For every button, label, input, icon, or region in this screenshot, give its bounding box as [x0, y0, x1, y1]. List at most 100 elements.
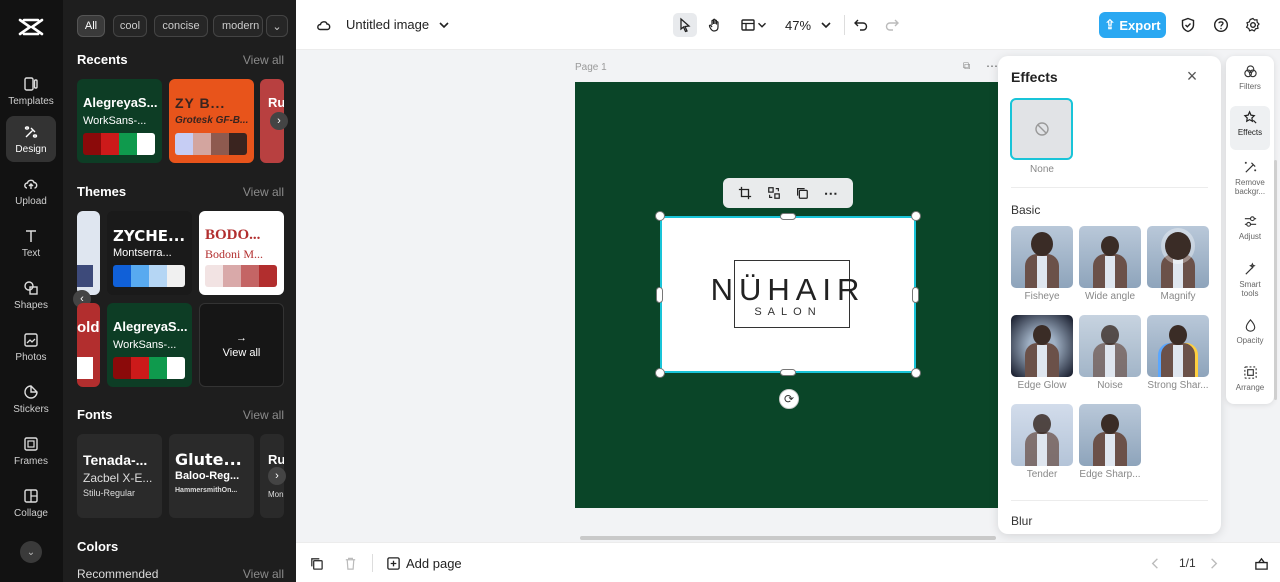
zoom-chevron-down-icon[interactable]: [814, 13, 838, 37]
rail-item-remove-background[interactable]: Remove backgr...: [1230, 156, 1270, 204]
theme-card[interactable]: AlegreyaS... WorkSans-...: [107, 303, 192, 387]
resize-handle-bottom[interactable]: [780, 369, 796, 376]
resize-handle-top-left[interactable]: [655, 211, 665, 221]
themes-view-all-link[interactable]: View all: [243, 185, 284, 199]
rail-item-arrange[interactable]: Arrange: [1230, 361, 1270, 405]
duplicate-icon[interactable]: [794, 185, 810, 201]
fonts-view-all-link[interactable]: View all: [243, 408, 284, 422]
card-title: old: [77, 319, 100, 336]
layout-chevron-down-icon[interactable]: [755, 13, 769, 37]
font-card[interactable]: Glute... Baloo-Reg... HammersmithOn...: [169, 434, 254, 518]
recent-card[interactable]: ZY B... Grotesk GF-B...: [169, 79, 254, 163]
rail-label: Smart tools: [1239, 280, 1261, 298]
recent-card[interactable]: AlegreyaS... WorkSans-...: [77, 79, 162, 163]
effect-thumb-fisheye[interactable]: [1011, 226, 1073, 288]
select-tool-pointer-icon[interactable]: [673, 13, 697, 37]
nav-item-design[interactable]: Design: [6, 116, 56, 162]
nav-label: Stickers: [13, 403, 49, 415]
title-chevron-down-icon[interactable]: [432, 13, 456, 37]
filter-chip-all[interactable]: All: [77, 15, 105, 37]
effect-none-option[interactable]: [1010, 98, 1073, 160]
rail-item-effects[interactable]: Effects: [1230, 106, 1270, 150]
next-page-chevron-right-icon[interactable]: [1204, 554, 1222, 572]
horizontal-scrollbar[interactable]: [580, 536, 996, 540]
pages-panel-icon[interactable]: [1252, 554, 1270, 572]
nav-item-collage[interactable]: Collage: [6, 480, 56, 526]
duplicate-page-icon[interactable]: [307, 554, 325, 572]
filter-chip-concise[interactable]: concise: [154, 15, 208, 37]
crop-icon[interactable]: [737, 185, 753, 201]
resize-handle-top[interactable]: [780, 213, 796, 220]
rail-item-opacity[interactable]: Opacity: [1230, 314, 1270, 358]
rail-label: Adjust: [1238, 232, 1262, 241]
capcut-logo-icon[interactable]: [18, 16, 44, 38]
cloud-save-icon[interactable]: [312, 13, 336, 37]
resize-handle-right[interactable]: [912, 287, 919, 303]
nav-item-templates[interactable]: Templates: [6, 68, 56, 114]
undo-icon[interactable]: [849, 13, 873, 37]
help-icon[interactable]: [1209, 13, 1233, 37]
nav-item-frames[interactable]: Frames: [6, 428, 56, 474]
effect-thumb-tender[interactable]: [1011, 404, 1073, 466]
theme-card[interactable]: ZYCHE... Montserra...: [107, 211, 192, 295]
rail-item-smart-tools[interactable]: Smart tools: [1230, 258, 1270, 306]
effect-thumb-noise[interactable]: [1079, 315, 1141, 377]
nav-item-shapes[interactable]: Shapes: [6, 272, 56, 318]
hand-tool-icon[interactable]: [703, 13, 727, 37]
nav-item-upload[interactable]: Upload: [6, 168, 56, 214]
shield-icon[interactable]: [1176, 13, 1200, 37]
export-button[interactable]: ⇪ Export: [1099, 12, 1166, 38]
vertical-scrollbar[interactable]: [1274, 160, 1277, 400]
view-all-card-label: View all: [222, 347, 261, 359]
add-page-icon: [387, 556, 400, 570]
close-icon[interactable]: ×: [1184, 67, 1200, 85]
account-menu-icon[interactable]: ⌄: [20, 541, 42, 563]
card-title: ZYCHE...: [113, 227, 186, 245]
add-page-button[interactable]: Add page: [386, 552, 462, 574]
colors-title: Colors: [77, 539, 119, 554]
photos-icon: [24, 332, 38, 347]
rail-item-adjust[interactable]: Adjust: [1230, 210, 1270, 254]
recents-view-all-link[interactable]: View all: [243, 53, 284, 67]
nav-item-stickers[interactable]: Stickers: [6, 376, 56, 422]
filter-chip-cool[interactable]: cool: [113, 15, 147, 37]
resize-handle-top-right[interactable]: [911, 211, 921, 221]
effect-thumb-magnify[interactable]: [1147, 226, 1209, 288]
selected-logo-image[interactable]: NÜHAIR SALON: [660, 216, 916, 373]
rail-item-filters[interactable]: Filters: [1230, 60, 1270, 104]
duplicate-page-icon[interactable]: ⧉: [963, 61, 975, 73]
recents-next-chevron-right-icon[interactable]: ›: [270, 112, 288, 130]
nav-item-photos[interactable]: Photos: [6, 324, 56, 370]
replace-icon[interactable]: [766, 185, 782, 201]
delete-page-trash-icon[interactable]: [341, 554, 359, 572]
fonts-next-chevron-right-icon[interactable]: ›: [268, 467, 286, 485]
resize-handle-bottom-left[interactable]: [655, 368, 665, 378]
theme-card[interactable]: BODO... Bodoni M...: [199, 211, 284, 295]
chips-expand-chevron-down-icon[interactable]: ⌄: [266, 15, 288, 37]
divider: [372, 554, 373, 572]
effect-thumb-strong-sharpen[interactable]: [1147, 315, 1209, 377]
document-title[interactable]: Untitled image: [346, 17, 429, 32]
effect-thumb-edge-glow[interactable]: [1011, 315, 1073, 377]
settings-gear-icon[interactable]: [1241, 13, 1265, 37]
card-title: AlegreyaS...: [83, 95, 158, 110]
nav-item-text[interactable]: Text: [6, 220, 56, 266]
resize-handle-left[interactable]: [656, 287, 663, 303]
effect-thumb-edge-sharpen[interactable]: [1079, 404, 1141, 466]
arrow-right-icon: →: [236, 332, 247, 344]
filter-chip-modern[interactable]: modern: [213, 15, 263, 37]
rotate-handle-icon[interactable]: ⟳: [779, 389, 799, 409]
themes-view-all-card[interactable]: → View all: [199, 303, 284, 387]
theme-card-partial[interactable]: [77, 211, 100, 295]
more-options-icon[interactable]: ⋯: [823, 185, 839, 201]
logo-wordmark: NÜHAIR: [710, 272, 866, 307]
prev-page-chevron-left-icon[interactable]: [1146, 554, 1164, 572]
zoom-level[interactable]: 47%: [785, 18, 811, 33]
redo-icon[interactable]: [880, 13, 904, 37]
resize-handle-bottom-right[interactable]: [911, 368, 921, 378]
effect-thumb-wide-angle[interactable]: [1079, 226, 1141, 288]
font-title: Tenada-...: [83, 452, 148, 468]
colors-view-all-link[interactable]: View all: [243, 567, 284, 581]
theme-card-partial[interactable]: old: [77, 303, 100, 387]
font-card[interactable]: Tenada-... Zacbel X-E... Stilu-Regular: [77, 434, 162, 518]
